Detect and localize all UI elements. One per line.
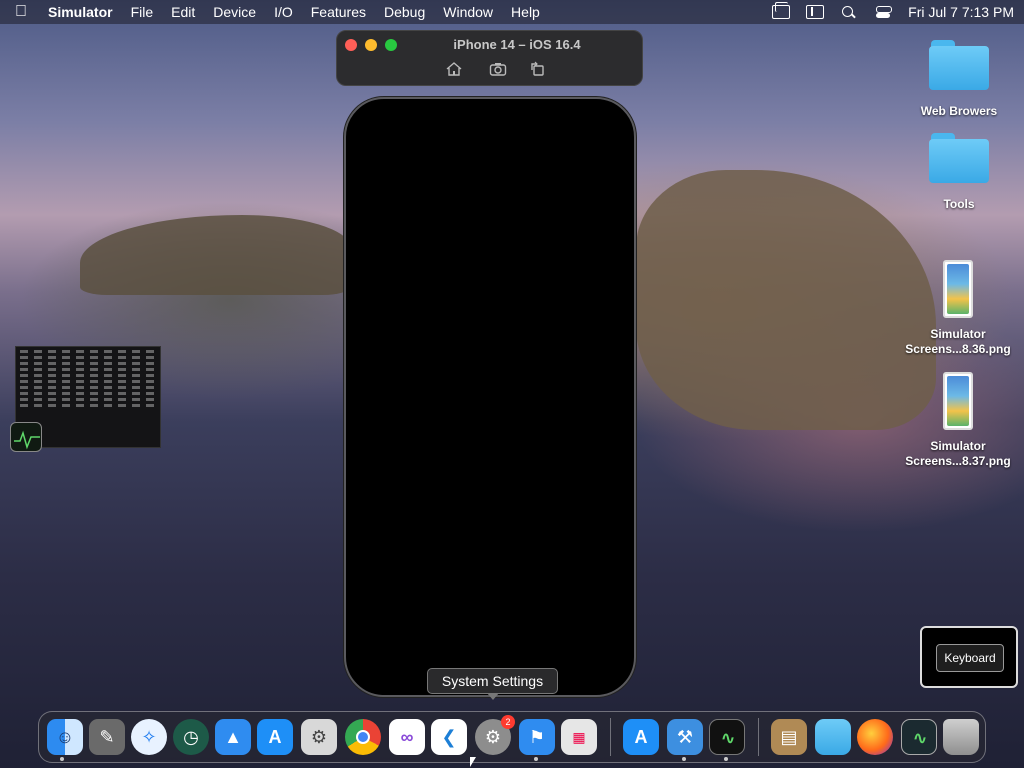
trash-icon[interactable] xyxy=(943,719,979,755)
app-store-2-icon[interactable]: A xyxy=(623,719,659,755)
simulator-title: iPhone 14 – iOS 16.4 xyxy=(453,37,581,52)
automator-icon[interactable]: ⚙ xyxy=(301,719,337,755)
thumbnail-row xyxy=(20,398,156,401)
desktop-file-screenshot-837[interactable]: Simulator Screens...8.37.png xyxy=(900,372,1016,469)
menu-extras: Fri Jul 7 7:13 PM xyxy=(772,2,1014,20)
dock-tooltip: System Settings xyxy=(427,668,558,700)
control-center-icon[interactable] xyxy=(874,5,893,19)
script-editor-icon[interactable]: ✎ xyxy=(89,719,125,755)
archive-icon[interactable]: ▤ xyxy=(771,719,807,755)
desktop-item-label: Simulator xyxy=(930,327,986,341)
dock-separator xyxy=(610,718,611,756)
xcode-app-icon[interactable]: ⚑ xyxy=(519,719,555,755)
folder-icon xyxy=(929,40,989,90)
running-indicator xyxy=(534,757,538,761)
running-indicator xyxy=(724,757,728,761)
dock: ☺ ✎ ✧ ◷ ▲ A ⚙ ∞ ❮ ⚙ 2 ⚑ ▦ A ⚒ ∿ ▤ ∿ xyxy=(38,711,986,763)
thumbnail-row xyxy=(20,356,156,359)
menu-window[interactable]: Window xyxy=(443,4,493,20)
menu-file[interactable]: File xyxy=(131,4,154,20)
desktop-folder-web-browers[interactable]: Web Browers xyxy=(914,40,1004,119)
menu-features[interactable]: Features xyxy=(311,4,366,20)
instruments-icon[interactable]: ▲ xyxy=(215,719,251,755)
keyboard-popup: Keyboard xyxy=(920,626,1018,688)
mouse-cursor xyxy=(470,757,476,767)
spotlight-search-icon[interactable] xyxy=(840,5,858,19)
thumbnail-row xyxy=(20,350,156,353)
rotate-device-icon[interactable] xyxy=(529,61,547,77)
menu-bar:  Simulator File Edit Device I/O Feature… xyxy=(0,0,1024,24)
thumbnail-row xyxy=(20,392,156,395)
menu-edit[interactable]: Edit xyxy=(171,4,195,20)
minimize-window-icon[interactable] xyxy=(365,39,377,51)
desktop-item-label: Tools xyxy=(943,197,975,211)
sidebar-toggle-icon[interactable] xyxy=(806,5,825,19)
keyboard-button[interactable]: Keyboard xyxy=(936,644,1004,672)
menu-clock[interactable]: Fri Jul 7 7:13 PM xyxy=(908,4,1014,20)
menu-app-name[interactable]: Simulator xyxy=(48,4,113,20)
folder-icon xyxy=(929,133,989,183)
apple-menu-icon[interactable]:  xyxy=(10,3,32,21)
safari-icon[interactable]: ✧ xyxy=(131,719,167,755)
launchpad-icon[interactable]: ▦ xyxy=(561,719,597,755)
thumbnail-row xyxy=(20,386,156,389)
screenshot-camera-icon[interactable] xyxy=(489,61,507,77)
activity-monitor-2-icon[interactable]: ∿ xyxy=(901,719,937,755)
running-indicator xyxy=(682,757,686,761)
close-window-icon[interactable] xyxy=(345,39,357,51)
app-store-icon[interactable]: A xyxy=(257,719,293,755)
thumbnail-row xyxy=(20,380,156,383)
thumbnail-row xyxy=(20,368,156,371)
desktop-item-label: Screens...8.37.png xyxy=(905,454,1011,468)
menu-debug[interactable]: Debug xyxy=(384,4,425,20)
desktop-item-label: Screens...8.36.png xyxy=(905,342,1011,356)
png-thumbnail-icon xyxy=(943,260,973,318)
desktop-file-screenshot-836[interactable]: Simulator Screens...8.36.png xyxy=(900,260,1016,357)
activity-monitor-icon[interactable]: ∿ xyxy=(709,719,745,755)
thumbnail-row xyxy=(20,404,156,407)
menu-help[interactable]: Help xyxy=(511,4,540,20)
activity-monitor-small-icon[interactable] xyxy=(10,422,42,452)
menu-device[interactable]: Device xyxy=(213,4,256,20)
system-settings-icon[interactable]: ⚙ 2 xyxy=(475,715,515,755)
png-thumbnail-icon xyxy=(943,372,973,430)
visual-studio-icon[interactable]: ∞ xyxy=(389,719,425,755)
desktop-item-label: Web Browers xyxy=(920,104,998,118)
folder-icon[interactable] xyxy=(815,719,851,755)
desktop-item-label: Simulator xyxy=(930,439,986,453)
notification-badge: 2 xyxy=(501,715,515,729)
finder-icon[interactable]: ☺ xyxy=(47,719,83,755)
iphone-simulator-screen[interactable] xyxy=(344,97,636,697)
vscode-icon[interactable]: ❮ xyxy=(431,719,467,755)
running-indicator xyxy=(60,757,64,761)
zoom-window-icon[interactable] xyxy=(385,39,397,51)
simulator-titlebar[interactable]: iPhone 14 – iOS 16.4 xyxy=(336,30,643,86)
dock-separator xyxy=(758,718,759,756)
chrome-icon[interactable] xyxy=(345,719,381,755)
menu-io[interactable]: I/O xyxy=(274,4,293,20)
xcode-icon[interactable]: ⚒ xyxy=(667,719,703,755)
firefox-icon[interactable] xyxy=(857,719,893,755)
home-icon[interactable] xyxy=(445,61,463,77)
thumbnail-row xyxy=(20,374,156,377)
desktop-folder-tools[interactable]: Tools xyxy=(914,133,1004,212)
thumbnail-row xyxy=(20,362,156,365)
time-machine-icon[interactable]: ◷ xyxy=(173,719,209,755)
window-switch-icon[interactable] xyxy=(772,2,791,19)
